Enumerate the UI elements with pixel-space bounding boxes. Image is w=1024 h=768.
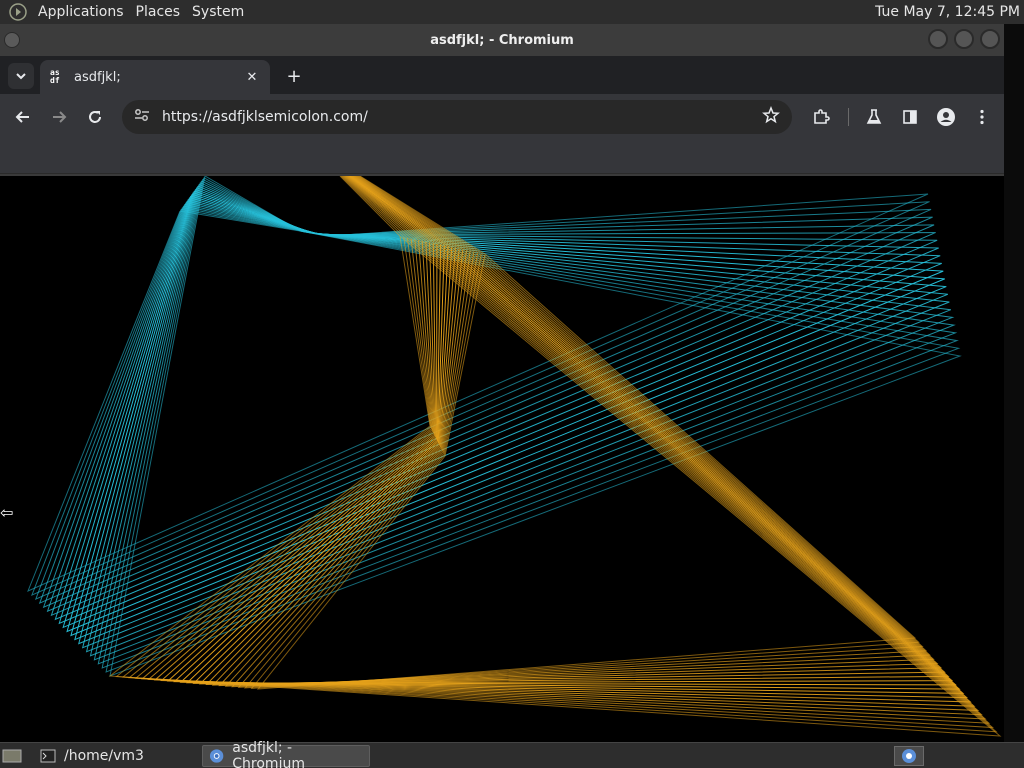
browser-window: asdfjkl; - Chromium as df asdfjkl; ✕ + h… [0,24,1004,742]
desktop-edge [1004,24,1024,742]
window-controls [928,29,1000,49]
profile-button[interactable] [934,105,958,129]
extensions-button[interactable] [809,105,833,129]
mouse-cursor-icon: ⇦ [0,503,14,522]
places-menu[interactable]: Places [130,4,187,20]
system-menu[interactable]: System [186,4,250,20]
url-text[interactable]: https://asdfjklsemicolon.com/ [162,109,762,125]
side-panel-button[interactable] [898,105,922,129]
chevron-down-icon [16,73,26,80]
line-art-canvas [27,176,1002,737]
taskbar-item-label: /home/vm3 [64,748,144,764]
taskbar-item-label: asdfjkl; - Chromium [232,740,305,768]
more-vertical-icon [980,109,984,125]
show-desktop-button[interactable] [0,745,24,767]
menu-button[interactable] [970,105,994,129]
reload-icon [89,111,101,123]
taskbar-item-terminal[interactable]: /home/vm3 [34,745,196,767]
maximize-button[interactable] [954,29,974,49]
labs-button[interactable] [862,105,886,129]
tab-search-button[interactable] [8,63,34,89]
back-button[interactable] [11,105,35,129]
tab-asdfjkl[interactable]: as df asdfjkl; ✕ [40,60,270,94]
reload-button[interactable] [83,105,107,129]
window-menu-button[interactable] [4,32,20,48]
address-bar[interactable]: https://asdfjklsemicolon.com/ [122,100,792,134]
arrow-right-icon [53,111,67,123]
browser-toolbar: https://asdfjklsemicolon.com/ [0,94,1004,140]
new-tab-button[interactable]: + [282,64,306,88]
forward-button[interactable] [47,105,71,129]
flask-icon [866,109,882,124]
terminal-icon [40,749,56,763]
window-titlebar[interactable]: asdfjkl; - Chromium [0,24,1004,56]
arrow-left-icon [15,111,29,123]
site-favicon-icon: as df [50,69,66,85]
tab-title: asdfjkl; [74,69,121,85]
site-info-icon[interactable] [134,108,152,126]
bookmark-star-icon[interactable] [762,105,780,129]
taskbar-item-chromium[interactable]: asdfjkl; - Chromium [202,740,370,768]
tab-strip: as df asdfjkl; ✕ + [0,56,1004,94]
close-window-button[interactable] [980,29,1000,49]
workspace-switcher[interactable] [894,746,924,766]
chromium-tray-icon [902,749,916,763]
top-panel: Applications Places System Tue May 7, 12… [0,0,1024,24]
desktop-icon [2,749,22,763]
side-panel-icon [903,110,917,124]
puzzle-icon [814,109,830,124]
applications-menu[interactable]: Applications [32,4,130,20]
applications-logo-icon[interactable] [8,2,28,22]
avatar-icon [937,108,955,126]
favicon-text-bottom: df [50,76,60,85]
clock[interactable]: Tue May 7, 12:45 PM [875,4,1024,20]
bottom-panel: /home/vm3 asdfjkl; - Chromium [0,740,1024,768]
close-tab-icon[interactable]: ✕ [244,70,260,85]
window-title: asdfjkl; - Chromium [430,32,574,48]
cyan-ribbon [27,176,962,677]
chromium-icon [209,749,224,763]
toolbar-separator [848,108,849,126]
bookmarks-bar [0,140,1004,174]
page-canvas[interactable] [0,176,1004,742]
minimize-button[interactable] [928,29,948,49]
